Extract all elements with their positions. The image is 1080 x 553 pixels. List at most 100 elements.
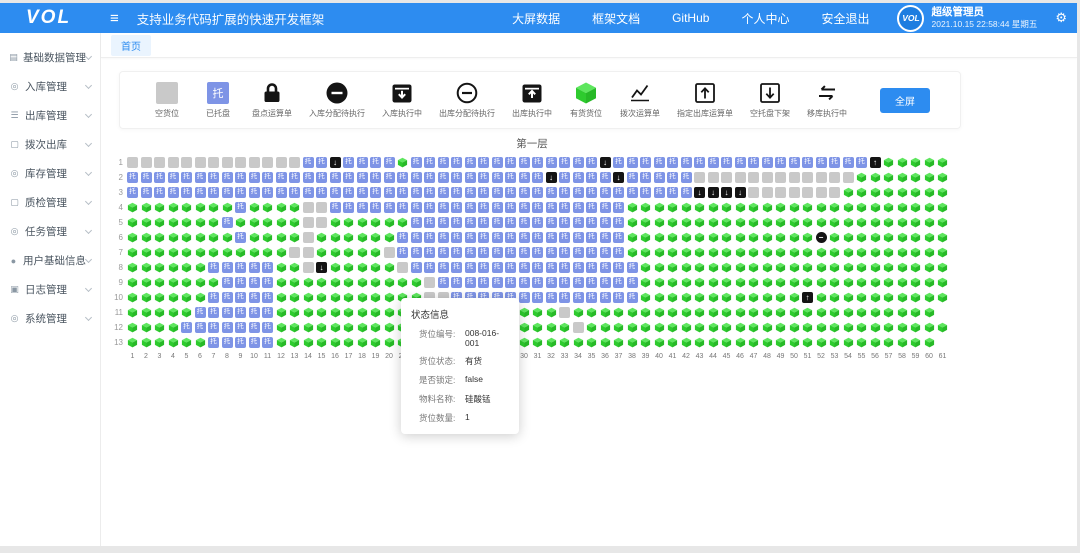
slot-cell-pallet[interactable]: 托	[424, 172, 435, 183]
sidebar-item[interactable]: ◎系统管理	[0, 304, 100, 333]
slot-cell-occupied[interactable]	[654, 247, 665, 258]
slot-cell-occupied[interactable]	[343, 262, 354, 273]
slot-cell-occupied[interactable]	[330, 322, 341, 333]
slot-cell-occupied[interactable]	[262, 247, 273, 258]
slot-cell-occupied[interactable]	[708, 262, 719, 273]
slot-cell-occupied[interactable]	[829, 292, 840, 303]
slot-cell-pallet[interactable]: 托	[235, 292, 246, 303]
slot-cell-empty[interactable]	[816, 172, 827, 183]
slot-cell-pallet[interactable]: 托	[546, 247, 557, 258]
slot-cell-pallet[interactable]: 托	[411, 217, 422, 228]
slot-cell-occupied[interactable]	[667, 307, 678, 318]
slot-cell-pallet[interactable]: 托	[708, 157, 719, 168]
slot-cell-pallet[interactable]: 托	[613, 157, 624, 168]
fullscreen-button[interactable]: 全屏	[880, 88, 930, 113]
slot-cell-occupied[interactable]	[802, 322, 813, 333]
sidebar-item[interactable]: ●用户基础信息	[0, 246, 100, 275]
slot-cell-occupied[interactable]	[870, 217, 881, 228]
slot-cell-occupied[interactable]	[816, 292, 827, 303]
slot-cell-occupied[interactable]	[735, 277, 746, 288]
nav-link[interactable]: 个人中心	[741, 10, 789, 27]
slot-cell-occupied[interactable]	[897, 277, 908, 288]
slot-cell-pallet[interactable]: 托	[235, 232, 246, 243]
slot-cell-empty[interactable]	[829, 187, 840, 198]
slot-cell-pallet[interactable]: 托	[411, 232, 422, 243]
slot-cell-occupied[interactable]	[816, 307, 827, 318]
slot-cell-occupied[interactable]	[924, 187, 935, 198]
slot-cell-empty[interactable]	[843, 172, 854, 183]
slot-cell-pallet[interactable]: 托	[829, 157, 840, 168]
slot-cell-occupied[interactable]	[897, 217, 908, 228]
slot-cell-pallet[interactable]: 托	[654, 157, 665, 168]
slot-cell-pallet[interactable]: 托	[370, 187, 381, 198]
slot-cell-pallet[interactable]: 托	[370, 157, 381, 168]
slot-cell-occupied[interactable]	[802, 277, 813, 288]
slot-cell-occupied[interactable]	[654, 277, 665, 288]
slot-cell-occupied[interactable]	[370, 307, 381, 318]
sidebar-item[interactable]: ◎入库管理	[0, 72, 100, 101]
slot-cell-occupied[interactable]	[870, 262, 881, 273]
slot-cell-occupied[interactable]	[640, 262, 651, 273]
slot-cell-occupied[interactable]	[613, 322, 624, 333]
slot-cell-empty[interactable]	[154, 157, 165, 168]
slot-cell-empty[interactable]	[762, 187, 773, 198]
slot-cell-occupied[interactable]	[667, 337, 678, 348]
slot-cell-pallet[interactable]: 托	[289, 187, 300, 198]
slot-cell-occupied[interactable]	[343, 292, 354, 303]
slot-cell-occupied[interactable]	[748, 307, 759, 318]
slot-cell-occupied[interactable]	[694, 217, 705, 228]
slot-cell-pallet[interactable]: 托	[411, 202, 422, 213]
slot-cell-occupied[interactable]	[789, 217, 800, 228]
slot-cell-pallet[interactable]: 托	[222, 172, 233, 183]
slot-cell-occupied[interactable]	[924, 247, 935, 258]
slot-cell-pallet[interactable]: 托	[438, 277, 449, 288]
slot-cell-pallet[interactable]: 托	[573, 172, 584, 183]
slot-cell-occupied[interactable]	[816, 277, 827, 288]
slot-cell-occupied[interactable]	[627, 247, 638, 258]
slot-cell-pallet[interactable]: 托	[613, 232, 624, 243]
slot-cell-occupied[interactable]	[276, 217, 287, 228]
slot-cell-pallet[interactable]: 托	[451, 157, 462, 168]
slot-cell-occupied[interactable]	[708, 277, 719, 288]
slot-cell-occupied[interactable]	[937, 232, 948, 243]
slot-cell-pallet[interactable]: 托	[654, 172, 665, 183]
slot-cell-occupied[interactable]	[789, 232, 800, 243]
slot-cell-occupied[interactable]	[897, 172, 908, 183]
slot-cell-occupied[interactable]	[330, 247, 341, 258]
slot-cell-empty[interactable]	[195, 157, 206, 168]
slot-cell-pallet[interactable]: 托	[370, 172, 381, 183]
slot-cell-pallet[interactable]: 托	[303, 172, 314, 183]
slot-cell-pallet[interactable]: 托	[222, 187, 233, 198]
slot-cell-occupied[interactable]	[127, 262, 138, 273]
slot-cell-occupied[interactable]	[708, 322, 719, 333]
slot-cell-occupied[interactable]	[330, 337, 341, 348]
slot-cell-occupied[interactable]	[640, 232, 651, 243]
slot-cell-occupied[interactable]	[721, 277, 732, 288]
slot-cell-occupied[interactable]	[924, 322, 935, 333]
slot-cell-pallet[interactable]: 托	[478, 187, 489, 198]
slot-cell-pallet[interactable]: 托	[249, 187, 260, 198]
slot-cell-pallet[interactable]: 托	[586, 172, 597, 183]
slot-cell-pallet[interactable]: 托	[613, 277, 624, 288]
slot-cell-occupied[interactable]	[357, 232, 368, 243]
slot-cell-occupied[interactable]	[708, 307, 719, 318]
slot-cell-occupied[interactable]	[127, 217, 138, 228]
slot-cell-occupied[interactable]	[384, 337, 395, 348]
slot-cell-occupied[interactable]	[195, 247, 206, 258]
slot-cell-pallet[interactable]: 托	[573, 247, 584, 258]
slot-cell-empty[interactable]	[775, 187, 786, 198]
slot-cell-occupied[interactable]	[627, 337, 638, 348]
slot-cell-empty[interactable]	[303, 247, 314, 258]
slot-cell-occupied[interactable]	[789, 202, 800, 213]
slot-cell-occupied[interactable]	[370, 322, 381, 333]
slot-cell-occupied[interactable]	[735, 217, 746, 228]
slot-cell-pallet[interactable]: 托	[681, 187, 692, 198]
slot-cell-occupied[interactable]	[762, 307, 773, 318]
slot-cell-occupied[interactable]	[937, 217, 948, 228]
slot-cell-pallet[interactable]: 托	[505, 187, 516, 198]
slot-cell-occupied[interactable]	[195, 337, 206, 348]
slot-cell-pallet[interactable]: 托	[735, 157, 746, 168]
slot-cell-pallet[interactable]: 托	[316, 172, 327, 183]
slot-cell-occupied[interactable]	[843, 217, 854, 228]
slot-cell-occupied[interactable]	[181, 277, 192, 288]
